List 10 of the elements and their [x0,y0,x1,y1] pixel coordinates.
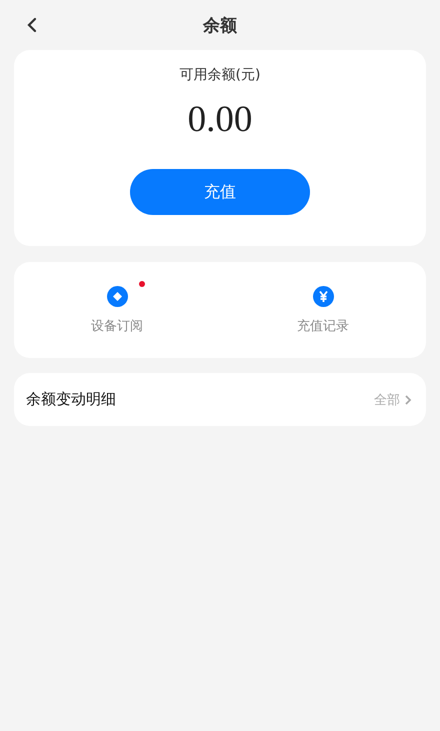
balance-amount: 0.00 [188,98,252,141]
shortcut-label[interactable]: 充值记录 [297,317,349,335]
details-row[interactable]: 余额变动明细 全部 [14,373,426,426]
details-title: 余额变动明细 [26,390,116,409]
balance-label: 可用余额(元) [180,66,260,84]
recharge-button[interactable]: 充值 [130,169,310,215]
all-link[interactable]: 全部 [374,390,414,408]
page-title: 余额 [203,14,237,36]
yuan-icon[interactable] [312,286,334,307]
shortcut-label[interactable]: 设备订阅 [91,317,143,335]
